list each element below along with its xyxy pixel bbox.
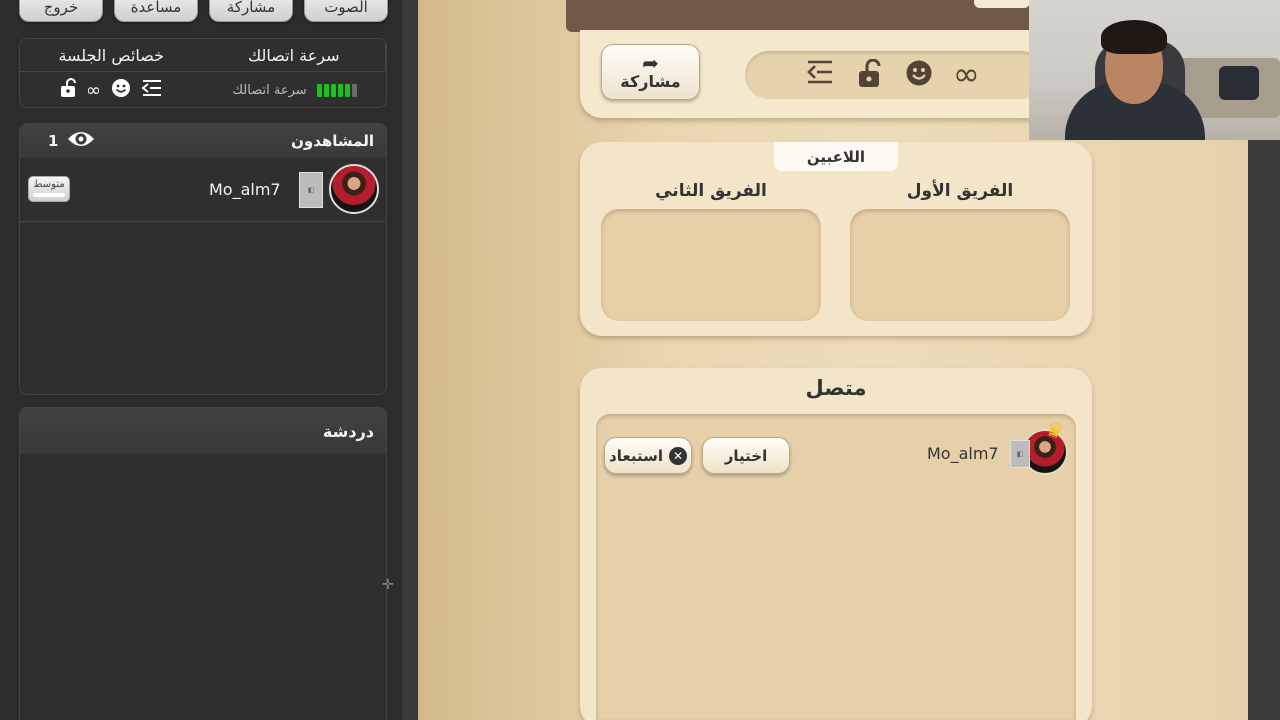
share-button[interactable]: ➦ مشاركة <box>601 44 700 100</box>
smiley-icon <box>111 78 131 103</box>
resize-cursor-icon: ✛ <box>382 577 394 593</box>
session-props-pill <box>745 51 1045 99</box>
select-player-button[interactable]: اختيار <box>702 437 790 474</box>
player-card-icon: ◧ <box>1010 440 1030 468</box>
viewer-username: Mo_alm7 <box>209 180 281 199</box>
online-username: Mo_alm7 <box>927 444 999 463</box>
sidebar-resize-handle[interactable] <box>401 0 418 720</box>
players-tab[interactable]: اللاعبين <box>774 142 898 171</box>
session-properties-header: خصائص الجلسة <box>58 45 165 65</box>
kick-button-label: استبعاد <box>609 446 663 465</box>
share-arrow-icon: ➦ <box>642 50 659 75</box>
session-properties-icons: ∞ <box>20 72 203 107</box>
exit-button[interactable]: خروج <box>19 0 103 22</box>
share-sidebar-button[interactable]: مشاركة <box>209 0 293 22</box>
player-card-icon: ◧ <box>299 172 323 208</box>
team-one-slot[interactable] <box>850 209 1070 321</box>
unlock-icon <box>857 58 881 96</box>
indent-arrow-icon <box>141 79 163 102</box>
viewers-title: المشاهدون <box>291 132 374 150</box>
connection-speed-header: سرعة اتصالك <box>203 39 386 71</box>
online-title: متصل <box>805 376 867 400</box>
kick-player-button[interactable]: استبعاد ✕ <box>604 437 692 474</box>
viewers-count-value: 1 <box>48 132 59 150</box>
close-icon: ✕ <box>668 446 687 465</box>
team-two-slot[interactable] <box>601 209 821 321</box>
signal-bars-icon <box>316 83 357 97</box>
viewers-panel: 1 المشاهدون ◧ Mo_alm7 متوسط <box>19 123 387 395</box>
chat-title: دردشة <box>322 421 374 441</box>
chat-messages-area[interactable] <box>20 454 386 720</box>
avatar[interactable] <box>329 164 379 214</box>
unlock-icon <box>60 77 76 103</box>
share-button-label: مشاركة <box>620 71 681 91</box>
select-button-label: اختيار <box>724 446 768 465</box>
team-two-label: الفريق الثاني <box>655 181 767 201</box>
connection-panel: خصائص الجلسة سرعة اتصالك ∞ سرعة اتصالك <box>19 38 387 108</box>
viewers-count: 1 <box>48 129 96 153</box>
infinity-icon: ∞ <box>86 79 101 101</box>
infinity-icon: ∞ <box>953 55 980 93</box>
help-button[interactable]: مساعدة <box>114 0 198 22</box>
indent-arrow-icon <box>806 59 834 92</box>
connection-speed-label: سرعة اتصالك <box>232 82 307 98</box>
connection-speed-indicator: سرعة اتصالك <box>203 72 386 107</box>
level-label: متوسط <box>33 179 65 190</box>
smiley-icon <box>905 59 933 94</box>
eye-icon <box>66 129 96 153</box>
team-one-label: الفريق الأول <box>906 181 1014 201</box>
viewer-row[interactable]: ◧ Mo_alm7 متوسط <box>20 158 386 222</box>
webcam-overlay <box>1029 0 1280 140</box>
sidebar: خروج مساعدة مشاركة الصوت خصائص الجلسة سر… <box>0 0 418 720</box>
level-badge: متوسط <box>28 176 70 202</box>
right-edge-strip <box>1248 140 1280 720</box>
chat-panel: دردشة <box>19 407 387 720</box>
sound-button[interactable]: الصوت <box>304 0 388 22</box>
top-bar <box>566 0 1036 32</box>
